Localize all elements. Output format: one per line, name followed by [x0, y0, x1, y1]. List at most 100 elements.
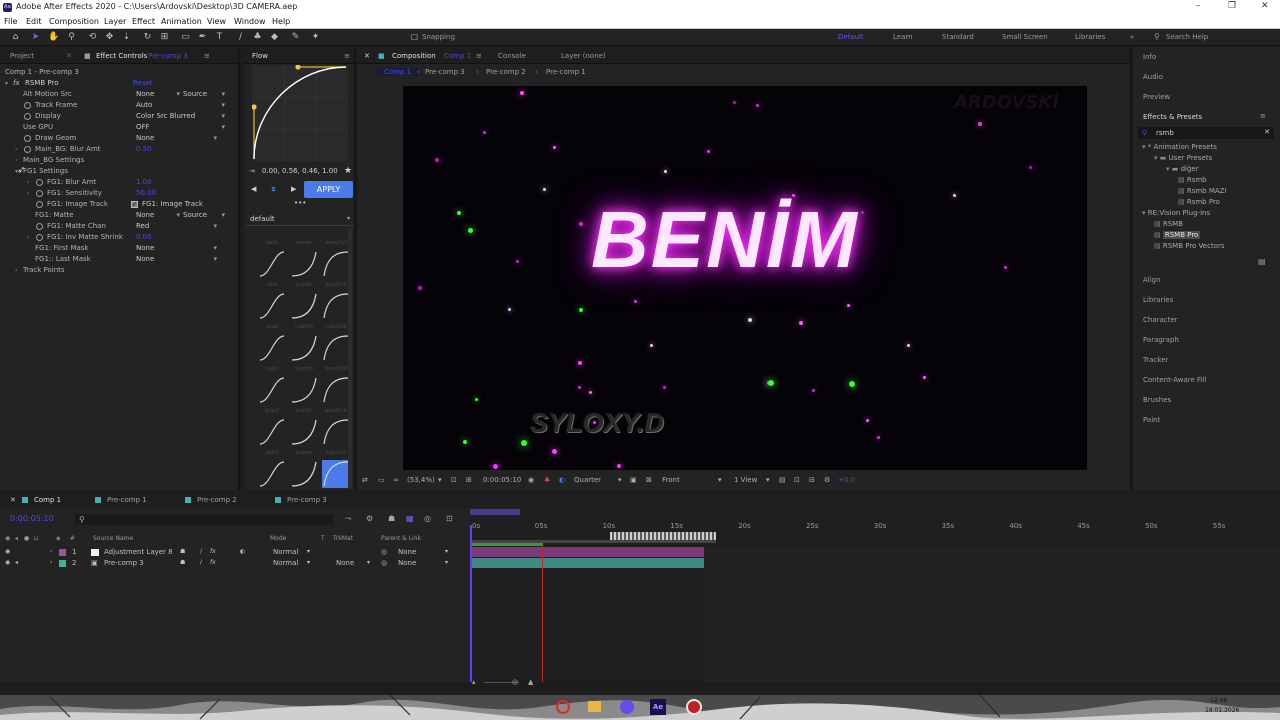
parent-dropdown[interactable]: None [398, 559, 416, 567]
panel-menu-icon[interactable]: ≡ [344, 52, 350, 60]
frame-blending-icon[interactable]: ▦ [406, 514, 414, 523]
quality-icon[interactable]: ∕ [200, 559, 202, 566]
expand-chevron-icon[interactable]: › [27, 188, 29, 199]
workspace-learn[interactable]: Learn [893, 33, 913, 41]
shy-icon[interactable]: ☗ [180, 548, 185, 555]
discord-icon[interactable] [620, 700, 634, 714]
draft-3d-icon[interactable]: ⚙ [366, 514, 373, 523]
bezier-curve-editor[interactable] [252, 65, 348, 161]
eye-icon[interactable]: ◉ [5, 548, 10, 555]
tab-flow[interactable]: Flow [252, 52, 268, 60]
layer-search-input[interactable]: ⚲ [75, 514, 333, 525]
curve-preset-thumbnail[interactable] [322, 460, 350, 488]
effects-search-input[interactable]: ⚲ rsmb ✕ [1138, 127, 1274, 139]
paragraph-panel[interactable]: Paragraph [1143, 336, 1179, 344]
brush-tool-icon[interactable]: ∕ [235, 32, 246, 43]
parent-dropdown[interactable]: None [398, 548, 416, 556]
toggle-pixel-icon[interactable]: ▤ [779, 476, 786, 484]
lock-icon[interactable]: ✕ [66, 52, 72, 60]
file-explorer-icon[interactable] [588, 701, 601, 712]
type-tool-icon[interactable]: T [214, 32, 225, 43]
stopwatch-icon[interactable] [24, 113, 31, 120]
color-management-icon[interactable]: ◐ [559, 476, 565, 484]
motion-blur-icon[interactable]: ◎ [424, 514, 431, 523]
curve-preset-thumbnail[interactable] [290, 292, 318, 320]
opera-browser-icon[interactable] [556, 700, 570, 714]
align-panel[interactable]: Align [1143, 276, 1161, 284]
zoom-tool-icon[interactable]: ⚲ [66, 32, 77, 43]
curve-preset-thumbnail[interactable] [290, 334, 318, 362]
view-layout-dropdown[interactable]: 1 View [734, 476, 757, 484]
menu-animation[interactable]: Animation [161, 17, 202, 26]
monitor-icon[interactable]: ▭ [378, 476, 385, 484]
zoom-out-icon[interactable]: ▴ [472, 678, 476, 686]
curve-preset-thumbnail[interactable] [322, 418, 350, 446]
snapshot-icon[interactable]: ◉ [528, 476, 534, 484]
fx-icon[interactable]: fx [210, 548, 216, 555]
label-color-swatch[interactable] [59, 560, 66, 567]
curve-preset-thumbnail[interactable] [258, 250, 286, 278]
curve-preset-thumbnail[interactable] [322, 334, 350, 362]
workspace-small-screen[interactable]: Small Screen [1002, 33, 1048, 41]
effects-tree-item[interactable]: ▾ ▬ diğer [1166, 165, 1199, 173]
fg1-sensitivity-value[interactable]: 50.00 [136, 188, 156, 199]
breadcrumb-pre-comp-3[interactable]: Pre-comp 3 [425, 68, 465, 76]
menu-edit[interactable]: Edit [26, 17, 42, 26]
more-workspaces-icon[interactable]: » [1130, 33, 1134, 41]
parent-pickwhip-icon[interactable]: ◎ [381, 548, 387, 556]
layer-bar-adjustment[interactable] [472, 547, 704, 557]
use-gpu-dropdown[interactable]: OFF [136, 122, 225, 133]
workspace-standard[interactable]: Standard [942, 33, 974, 41]
curve-preset-thumbnail[interactable] [258, 418, 286, 446]
pen-tool-icon[interactable]: ✒ [197, 32, 208, 43]
tab-console[interactable]: Console [498, 52, 526, 60]
prop-fg1-settings[interactable]: ▾ FG1 Settings [5, 166, 235, 177]
apply-button[interactable]: APPLY [304, 181, 353, 198]
effect-reset-link[interactable]: Reset [133, 78, 153, 89]
region-of-interest-icon[interactable]: ▣ [630, 476, 637, 484]
curve-preset-thumbnail[interactable] [258, 376, 286, 404]
effects-tree-item[interactable]: ▤ RSMB [1154, 220, 1183, 228]
image-track-checkbox[interactable]: ✓ [131, 201, 138, 208]
panel-menu-icon[interactable]: ≡ [1260, 112, 1266, 120]
info-panel[interactable]: Info [1143, 53, 1156, 61]
taskbar-clock-date[interactable]: 18.01.2026 [1205, 707, 1239, 714]
stopwatch-icon[interactable] [36, 179, 43, 186]
eye-icon[interactable]: ◉ [5, 559, 10, 566]
stopwatch-icon[interactable] [36, 190, 43, 197]
show-channel-icon[interactable]: ♣ [544, 476, 550, 484]
shy-icon[interactable]: ☗ [180, 559, 185, 566]
tab-pre-comp-1[interactable]: Pre-comp 1 [95, 496, 147, 504]
menu-layer[interactable]: Layer [104, 17, 126, 26]
tracker-panel[interactable]: Tracker [1143, 356, 1168, 364]
reset-exposure-icon[interactable]: ⚙ [824, 476, 830, 484]
flowchart-icon[interactable]: ⊟ [809, 476, 815, 484]
fg1-matte-dropdown[interactable]: None [136, 210, 180, 221]
graph-editor-icon[interactable]: ⊡ [446, 514, 453, 523]
effects-tree-item[interactable]: ▤ Rsmb Pro [1178, 198, 1220, 206]
selection-tool-icon[interactable]: ➤ [30, 32, 41, 43]
curve-preset-thumbnail[interactable] [290, 250, 318, 278]
flow-scrollbar[interactable] [348, 229, 352, 489]
menu-effect[interactable]: Effect [132, 17, 155, 26]
fast-previews-icon[interactable]: ⊡ [794, 476, 800, 484]
fg1-blur-value[interactable]: 1.00 [136, 177, 152, 188]
menu-window[interactable]: Window [234, 17, 266, 26]
expand-chevron-icon[interactable]: › [27, 177, 29, 188]
stopwatch-icon[interactable] [36, 234, 43, 241]
curve-preset-thumbnail[interactable] [322, 292, 350, 320]
fit-icon[interactable]: ⊡ [451, 476, 457, 484]
tab-layer[interactable]: Layer (none) [561, 52, 606, 60]
main-bg-blur-value[interactable]: 0.50 [136, 144, 152, 155]
effects-tree-item[interactable]: ▾ ▬ User Presets [1154, 154, 1212, 162]
fx-icon[interactable]: fx [210, 559, 216, 566]
brushes-panel[interactable]: Brushes [1143, 396, 1171, 404]
expand-chevron-icon[interactable]: › [50, 548, 52, 555]
taskbar-clock-time[interactable]: 12:46 [1210, 697, 1227, 704]
effects-tree-item[interactable]: ▤ RSMB Pro [1154, 231, 1201, 239]
parent-pickwhip-icon[interactable]: ◎ [381, 559, 387, 567]
effect-controls-lock-icon[interactable]: ■ [84, 52, 91, 60]
alt-motion-source-dropdown[interactable]: Source [183, 89, 225, 100]
view-dropdown[interactable]: Front [662, 476, 680, 484]
eraser-tool-icon[interactable]: ◆ [269, 32, 280, 43]
